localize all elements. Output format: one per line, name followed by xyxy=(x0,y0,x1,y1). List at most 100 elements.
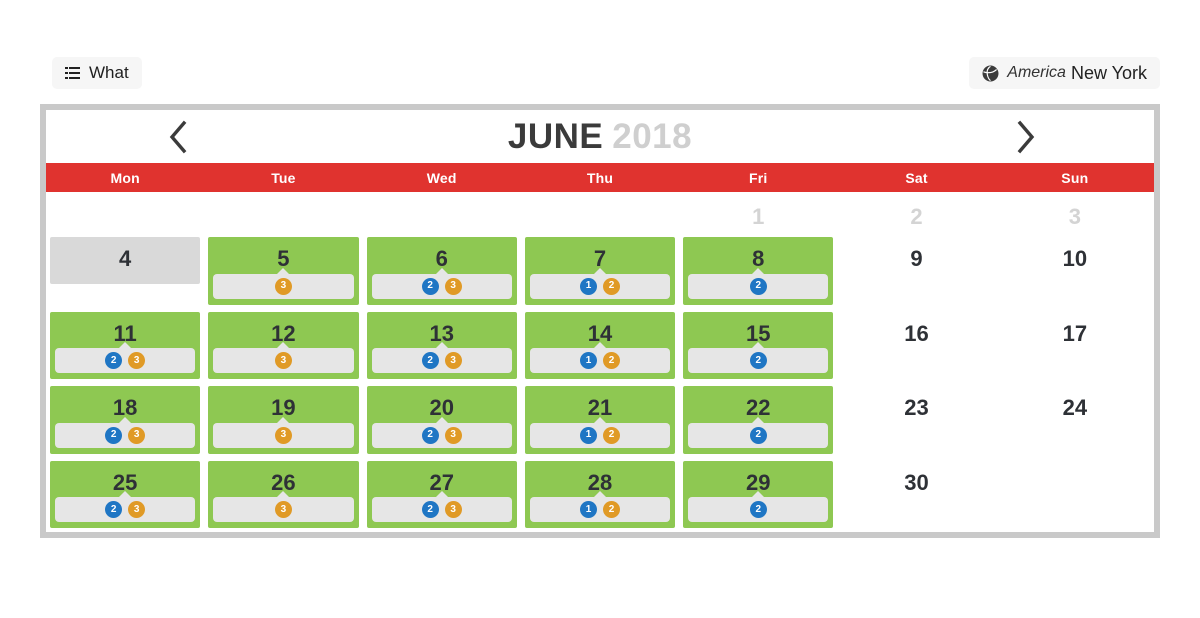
badge-strip-notch xyxy=(592,342,607,349)
slot-count-badge-blue[interactable]: 1 xyxy=(579,501,597,518)
day-cell-29[interactable]: 29 2 xyxy=(683,460,834,528)
day-cell-11[interactable]: 11 2 3 xyxy=(50,311,201,379)
day-cell-21[interactable]: 21 1 2 xyxy=(524,386,676,454)
slot-badge-strip[interactable]: 23 xyxy=(55,491,196,522)
slot-count-badge-blue[interactable]: 2 xyxy=(421,277,439,295)
slot-count-badge-orange[interactable]: 3 xyxy=(274,352,292,369)
calendar-cell: 2 xyxy=(837,192,995,234)
day-cell-5[interactable]: 53 xyxy=(208,237,359,305)
weekday-label-sat: Sat xyxy=(905,169,928,186)
calendar-cell: 3 xyxy=(996,192,1154,234)
day-cell-13[interactable]: 13 2 3 xyxy=(366,311,517,379)
calendar-week-row: 18 2 3 19 3 20 2 3 21 1 2 22 2 23 24 xyxy=(46,383,1154,458)
slot-count-badge-blue[interactable]: 2 xyxy=(749,277,767,295)
day-cell-12[interactable]: 12 3 xyxy=(208,311,359,379)
day-cell-20[interactable]: 20 2 3 xyxy=(366,386,517,454)
slot-badge-strip[interactable]: 2 xyxy=(688,416,829,448)
day-number: 1 xyxy=(752,204,765,229)
slot-count-badge-orange[interactable]: 2 xyxy=(602,277,620,295)
slot-badge-strip[interactable]: 3 xyxy=(213,342,354,373)
badge-strip-notch xyxy=(118,491,133,498)
calendar-cell: 18 2 3 xyxy=(46,383,204,458)
day-cell-25[interactable]: 25 2 3 xyxy=(50,460,201,528)
slot-count-badge-orange[interactable]: 2 xyxy=(602,352,620,369)
slot-count-badge-blue[interactable]: 2 xyxy=(421,501,439,518)
day-cell-15[interactable]: 15 2 xyxy=(683,311,834,379)
calendar-cell: 16 xyxy=(837,309,995,384)
day-cell-7[interactable]: 712 xyxy=(524,237,676,305)
slot-badge-strip[interactable]: 23 xyxy=(371,267,512,299)
day-cell-8[interactable]: 82 xyxy=(683,237,834,305)
slot-badge-strip[interactable]: 23 xyxy=(371,342,512,373)
slot-count-badge-blue[interactable]: 1 xyxy=(579,277,597,295)
slot-count-badge-orange[interactable]: 3 xyxy=(444,426,462,444)
slot-count-badge-orange[interactable]: 3 xyxy=(444,352,462,369)
weekday-label-fri: Fri xyxy=(749,169,768,186)
slot-count-badge-orange[interactable]: 2 xyxy=(602,501,620,518)
weekday-label-tue: Tue xyxy=(271,169,296,186)
calendar-frame: JUNE 2018 Mon Tue Wed Thu Fri Sat Sun 123453623… xyxy=(40,104,1160,538)
day-cell-18[interactable]: 18 2 3 xyxy=(50,386,201,454)
slot-count-badge-orange[interactable]: 3 xyxy=(274,426,292,444)
slot-badge-strip[interactable]: 23 xyxy=(55,342,196,373)
day-cell-28[interactable]: 28 1 2 xyxy=(524,460,676,528)
day-cell-4[interactable]: 4 xyxy=(50,237,201,284)
slot-count-badge-blue[interactable]: 2 xyxy=(421,352,439,369)
calendar-cell: 19 3 xyxy=(204,383,362,458)
chevron-right-icon xyxy=(1017,120,1035,153)
next-month-button[interactable] xyxy=(998,110,1054,163)
slot-badge-strip[interactable]: 3 xyxy=(213,416,354,448)
slot-count-badge-orange[interactable]: 3 xyxy=(444,501,462,518)
badge-strip-notch xyxy=(434,491,449,498)
calendar-cell: 9 xyxy=(837,234,995,309)
slot-count-badge-blue[interactable]: 2 xyxy=(105,426,123,444)
slot-count-badge-orange[interactable]: 2 xyxy=(602,426,620,444)
slot-count-badge-blue[interactable]: 2 xyxy=(749,426,767,444)
slot-badge-strip[interactable]: 12 xyxy=(529,267,671,299)
slot-count-badge-orange[interactable]: 3 xyxy=(128,501,146,518)
calendar-cell xyxy=(996,458,1154,533)
day-cell-22[interactable]: 22 2 xyxy=(683,386,834,454)
slot-badge-strip[interactable]: 2 xyxy=(688,267,829,299)
slot-count-badge-blue[interactable]: 1 xyxy=(579,426,597,444)
slot-badge-strip[interactable]: 3 xyxy=(213,491,354,522)
calendar-cell: 14 1 2 xyxy=(521,309,679,384)
slot-count-badge-orange[interactable]: 3 xyxy=(274,501,292,518)
slot-count-badge-orange[interactable]: 3 xyxy=(444,277,462,295)
slot-count-badge-blue[interactable]: 2 xyxy=(105,352,123,369)
slot-badge-strip[interactable]: 12 xyxy=(529,342,671,373)
day-cell-6[interactable]: 623 xyxy=(366,237,517,305)
slot-count-badge-blue[interactable]: 1 xyxy=(579,352,597,369)
slot-badge-strip[interactable]: 23 xyxy=(55,416,196,448)
slot-count-badge-orange[interactable]: 3 xyxy=(128,426,146,444)
slot-badge-strip[interactable]: 12 xyxy=(529,416,671,448)
day-cell-19[interactable]: 19 3 xyxy=(208,386,359,454)
slot-badge-strip[interactable]: 2 xyxy=(688,342,829,373)
prev-month-button[interactable] xyxy=(150,110,206,163)
day-cell-27[interactable]: 27 2 3 xyxy=(366,460,517,528)
slot-badge-strip[interactable]: 2 xyxy=(688,491,829,522)
day-number: 2 xyxy=(910,204,923,229)
what-filter-button[interactable]: What xyxy=(52,57,142,89)
day-cell-26[interactable]: 26 3 xyxy=(208,460,359,528)
slot-count-badge-orange[interactable]: 3 xyxy=(128,352,146,369)
calendar-cell: 22 2 xyxy=(679,383,837,458)
slot-badge-strip[interactable]: 12 xyxy=(529,491,671,522)
slot-count-badge-blue[interactable]: 2 xyxy=(749,501,767,518)
slot-badge-strip[interactable]: 23 xyxy=(371,491,512,522)
timezone-button[interactable]: America New York xyxy=(969,57,1160,89)
day-cell-3: 3 xyxy=(1000,195,1150,230)
weekday-label-thu: Thu xyxy=(586,169,614,186)
calendar-cell: 17 xyxy=(996,309,1154,384)
calendar-week-row: 4 5 3 6 2 3 7 1 2 8 2 9 10 xyxy=(46,234,1154,309)
slot-count-badge-blue[interactable]: 2 xyxy=(421,426,439,444)
slot-badge-strip[interactable]: 23 xyxy=(371,416,512,448)
slot-count-badge-orange[interactable]: 3 xyxy=(274,277,292,295)
calendar-cell: 20 2 3 xyxy=(363,383,521,458)
slot-count-badge-blue[interactable]: 2 xyxy=(749,352,767,369)
timezone-area-label: America xyxy=(1007,64,1066,81)
slot-count-badge-blue[interactable]: 2 xyxy=(105,501,123,518)
day-cell-14[interactable]: 14 1 2 xyxy=(524,311,676,379)
slot-badge-strip[interactable]: 3 xyxy=(213,267,354,299)
year-label: 2018 xyxy=(612,116,693,156)
